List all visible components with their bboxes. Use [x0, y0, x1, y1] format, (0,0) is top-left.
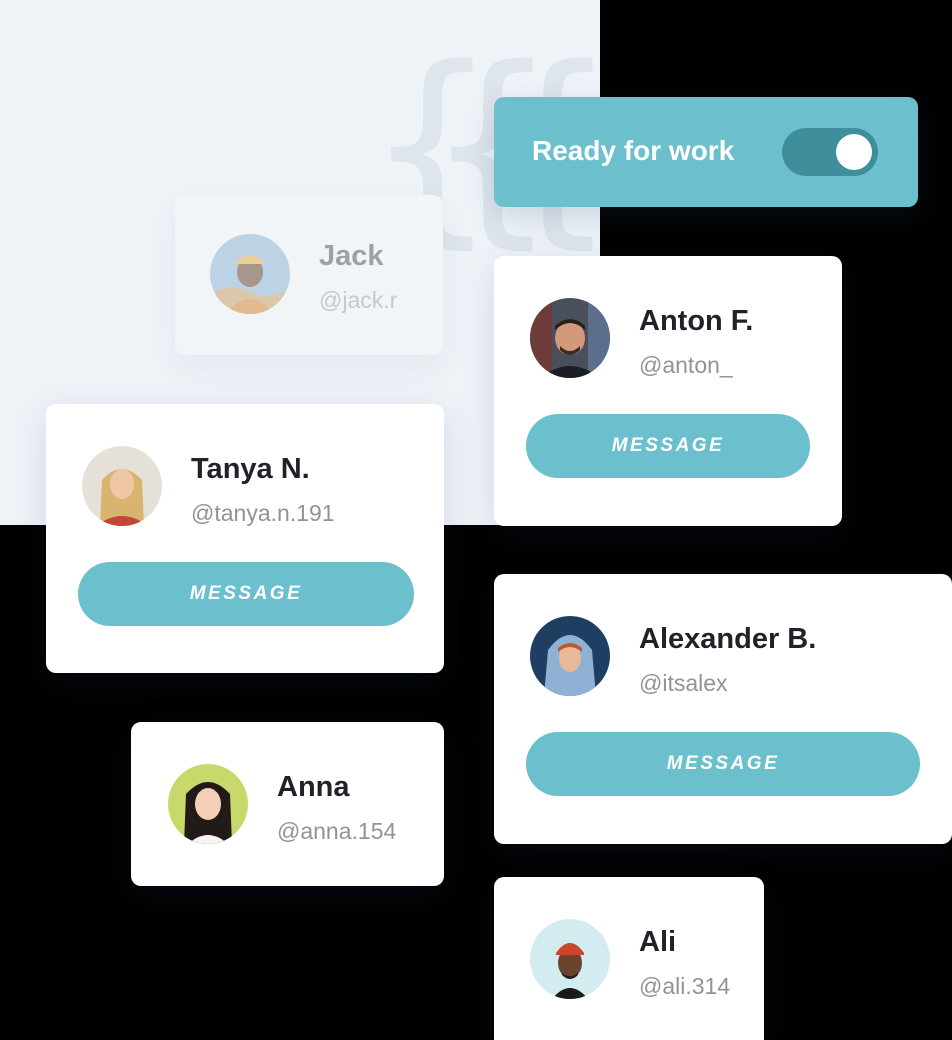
contact-handle: @ali.314 [639, 973, 731, 999]
avatar-jack [210, 234, 290, 314]
toggle-knob [836, 134, 872, 170]
contact-name: Ali [639, 926, 677, 958]
contact-name: Alexander B. [639, 623, 817, 655]
avatar-anton [530, 298, 610, 378]
contact-handle: @anton_ [639, 352, 733, 378]
ready-toggle[interactable] [782, 128, 878, 176]
contact-card-anton: Anton F. @anton_ MESSAGE [494, 256, 842, 526]
avatar-ali [530, 919, 610, 999]
contact-card-anna[interactable]: Anna @anna.154 [131, 722, 444, 886]
message-button[interactable]: MESSAGE [78, 562, 414, 626]
contact-card-tanya: Tanya N. @tanya.n.191 MESSAGE [46, 404, 444, 673]
contact-name: Jack [319, 240, 384, 272]
contact-handle: @jack.r [319, 287, 398, 313]
status-card: Ready for work [494, 97, 918, 207]
contact-handle: @itsalex [639, 670, 728, 696]
avatar-tanya [82, 446, 162, 526]
contact-card-jack[interactable]: Jack @jack.r [175, 195, 443, 355]
contact-name: Tanya N. [191, 453, 310, 485]
contact-handle: @tanya.n.191 [191, 500, 335, 526]
contact-card-ali[interactable]: Ali @ali.314 [494, 877, 764, 1040]
contact-name: Anna [277, 771, 350, 803]
message-button[interactable]: MESSAGE [526, 414, 810, 478]
avatar-anna [168, 764, 248, 844]
contact-name: Anton F. [639, 305, 754, 337]
message-button[interactable]: MESSAGE [526, 732, 920, 796]
contact-handle: @anna.154 [277, 818, 397, 844]
contact-card-alexander: Alexander B. @itsalex MESSAGE [494, 574, 952, 844]
status-label: Ready for work [532, 135, 735, 166]
avatar-alexander [530, 616, 610, 696]
